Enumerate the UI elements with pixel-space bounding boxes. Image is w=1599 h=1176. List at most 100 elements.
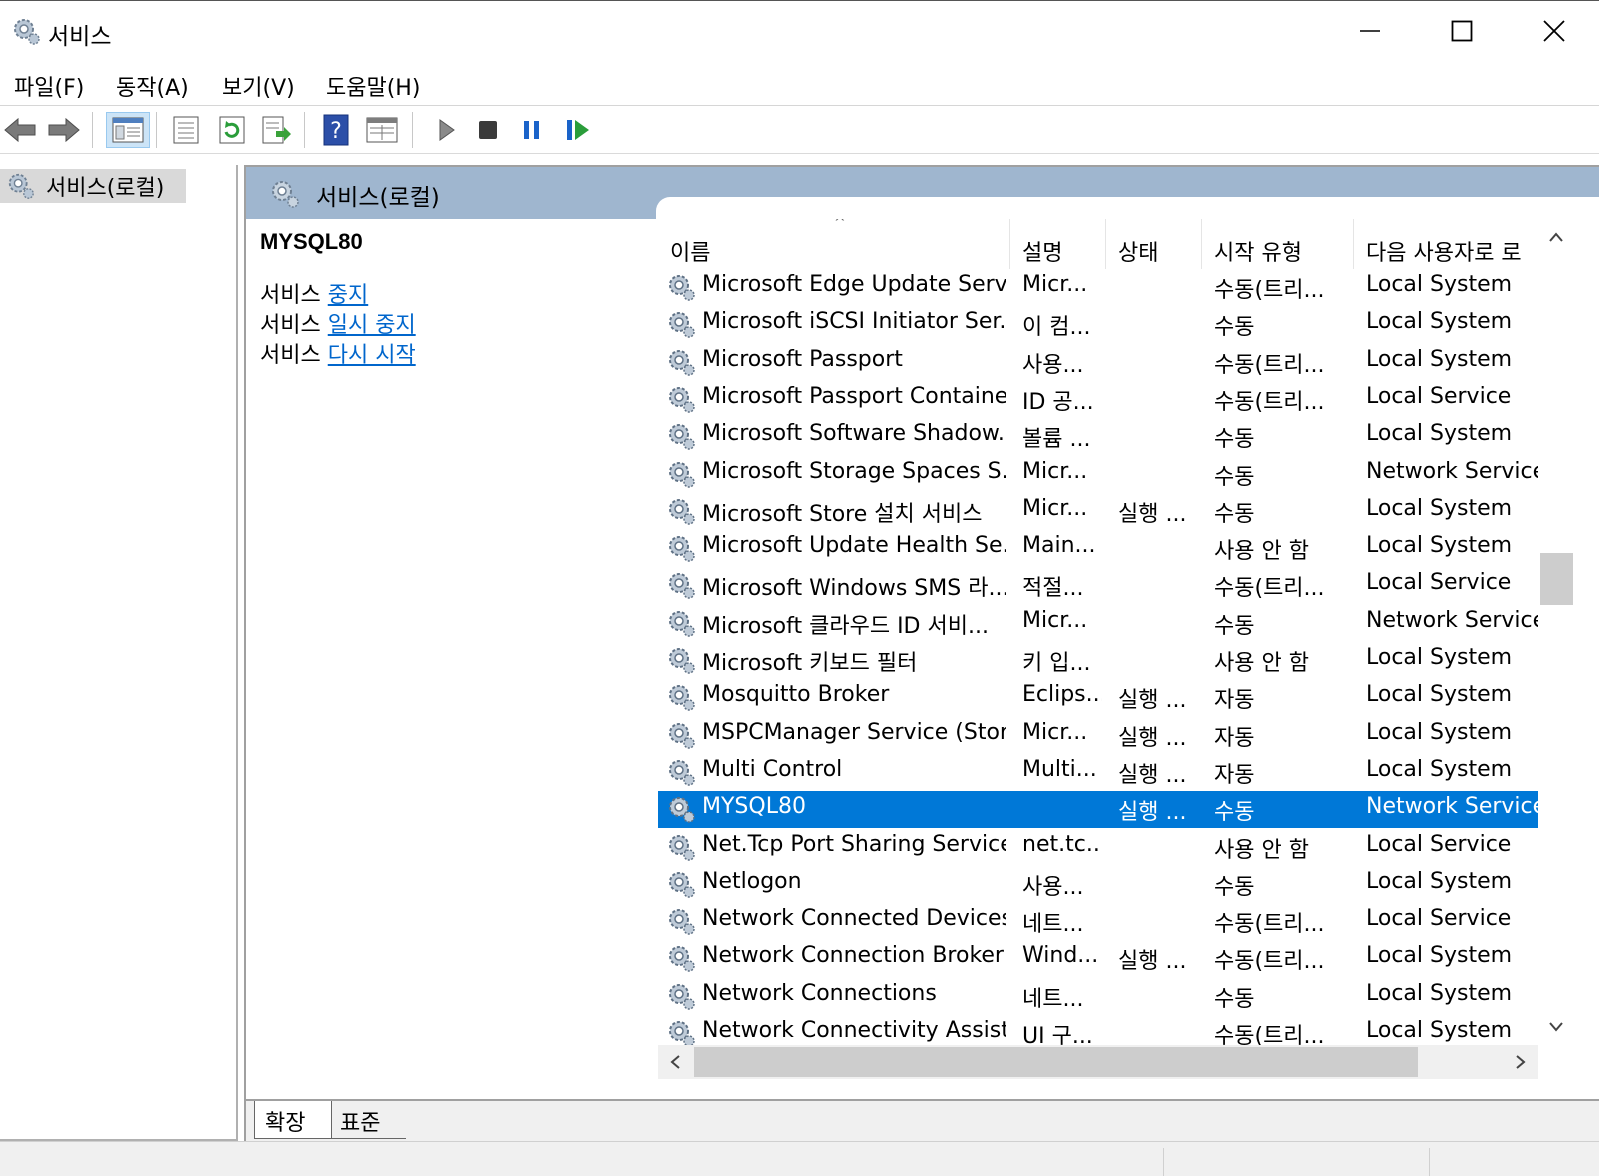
stop-service-link[interactable]: 중지 (328, 283, 368, 308)
tree-item-services-local[interactable]: 서비스(로컬) (0, 169, 186, 203)
column-header-log-on-as[interactable]: 다음 사용자로 로 (1354, 219, 1538, 269)
table-row[interactable]: Microsoft Windows SMS 라... 적절... 수동(트리... L… (658, 567, 1538, 604)
cell-startup-type: 수동(트리... (1214, 949, 1325, 975)
menu-view[interactable]: 보기(V) (222, 70, 295, 102)
tab-standard[interactable]: 표준 (326, 1101, 406, 1139)
table-row[interactable]: Multi Control Multi... 실행 ... 자동 Local Syste… (658, 754, 1538, 791)
cell-name: Netlogon (702, 868, 802, 894)
table-row[interactable]: Netlogon 사용... 수동 Local System (658, 866, 1538, 903)
view-tabs: 확장 표준 (244, 1101, 1599, 1141)
table-row[interactable]: Microsoft Update Health Se... Main... 사용 안… (658, 530, 1538, 567)
service-gear-icon (669, 871, 695, 898)
scroll-left-button[interactable] (658, 1045, 692, 1079)
table-row[interactable]: Microsoft Edge Update Serv... Micr... 수동(트… (658, 269, 1538, 306)
cell-startup-type: 사용 안 함 (1214, 837, 1309, 863)
cell-status: 실행 ... (1118, 949, 1187, 975)
cell-description: Micr... (1022, 495, 1088, 521)
close-icon (1543, 20, 1565, 42)
horizontal-scrollbar[interactable] (658, 1045, 1538, 1079)
table-row[interactable]: Microsoft 키보드 필터 키 입... 사용 안 함 Local System (658, 642, 1538, 679)
cell-startup-type: 수동(트리... (1214, 389, 1325, 415)
cell-name: Microsoft Software Shadow... (702, 421, 1006, 447)
table-row[interactable]: Microsoft Software Shadow... 볼륨 ... 수동 Loca… (658, 418, 1538, 455)
cell-description: Micr... (1022, 272, 1088, 297)
cell-name: Microsoft Passport (702, 346, 903, 372)
close-button[interactable] (1508, 1, 1599, 61)
table-row[interactable]: Net.Tcp Port Sharing Service net.tc... 사용 … (658, 829, 1538, 866)
selected-service-title: MYSQL80 (260, 229, 363, 254)
service-gear-icon (669, 498, 695, 525)
main-header: 서비스(로컬) (246, 167, 1599, 219)
table-row[interactable]: Microsoft Passport Container ID 공... 수동(트리… (658, 381, 1538, 418)
table-row[interactable]: Microsoft Store 설치 서비스 Micr... 실행 ... 수동 Loc… (658, 493, 1538, 530)
cell-startup-type: 사용 안 함 (1214, 651, 1309, 676)
back-button[interactable] (2, 112, 38, 148)
menu-file[interactable]: 파일(F) (14, 70, 84, 102)
service-gear-icon (669, 573, 695, 600)
export-list-button[interactable] (258, 112, 294, 148)
minimize-button[interactable] (1324, 1, 1416, 61)
column-header-name[interactable]: 이름 ^ (658, 219, 1010, 269)
column-header-description[interactable]: 설명 (1010, 219, 1106, 269)
table-row[interactable]: Microsoft Storage Spaces S... Micr... 수동 Ne… (658, 456, 1538, 493)
vertical-scroll-thumb[interactable] (1540, 553, 1573, 605)
cell-log-on-as: Local Service (1366, 906, 1512, 932)
status-bar (0, 1141, 1599, 1176)
show-hide-tree-button[interactable] (106, 112, 150, 148)
vertical-scrollbar[interactable] (1538, 219, 1573, 1045)
help-button[interactable]: ? (318, 112, 354, 148)
cell-description: 사용... (1022, 352, 1084, 378)
cell-status: 실행 ... (1118, 688, 1187, 714)
column-header-startup-type[interactable]: 시작 유형 (1202, 219, 1354, 269)
service-gear-icon (669, 722, 695, 749)
resume-service-icon (567, 120, 589, 140)
action-stop: 서비스 중지 (260, 283, 369, 308)
restart-service-link[interactable]: 다시 시작 (328, 343, 416, 368)
table-row[interactable]: Microsoft iSCSI Initiator Ser... 이 컴... 수동… (658, 306, 1538, 343)
service-gear-icon (669, 1021, 695, 1047)
start-service-button[interactable] (428, 112, 464, 148)
chevron-right-icon (1516, 1055, 1526, 1069)
service-gear-icon (669, 424, 695, 450)
cell-log-on-as: Local System (1366, 272, 1513, 297)
table-row[interactable]: Network Connections 네트... 수동 Local System (658, 978, 1538, 1015)
service-gear-icon (669, 312, 695, 339)
header-notch (656, 197, 1599, 219)
menu-help[interactable]: 도움말(H) (326, 70, 420, 102)
toolbar-separator (304, 112, 305, 148)
cell-status: 실행 ... (1118, 725, 1187, 751)
table-row[interactable]: Mosquitto Broker Eclips... 실행 ... 자동 Local S… (658, 679, 1538, 716)
properties-button[interactable] (168, 112, 204, 148)
cell-status: 실행 ... (1118, 501, 1187, 527)
console-view-button[interactable] (364, 112, 400, 148)
table-row[interactable]: Network Connected Devices... 네트... 수동(트리..… (658, 903, 1538, 940)
toolbar-separator (156, 112, 157, 148)
cell-status: 실행 ... (1118, 800, 1187, 826)
cell-description: Micr... (1022, 719, 1088, 745)
forward-button[interactable] (46, 112, 82, 148)
column-header-status[interactable]: 상태 (1106, 219, 1202, 269)
table-row[interactable]: MSPCManager Service (Store) Micr... 실행 ...… (658, 717, 1538, 754)
table-row[interactable]: Microsoft Passport 사용... 수동(트리... Local Sys… (658, 344, 1538, 381)
scroll-up-button[interactable] (1538, 219, 1573, 255)
table-row[interactable]: Microsoft 클라우드 ID 서비... Micr... 수동 Network … (658, 605, 1538, 642)
scroll-right-button[interactable] (1504, 1045, 1538, 1079)
table-row[interactable]: Network Connection Broker Wind... 실행 ... 수동… (658, 940, 1538, 977)
table-row[interactable]: MYSQL80 실행 ... 수동 Network Service (658, 791, 1538, 829)
pause-service-button[interactable] (514, 112, 550, 148)
cell-name: Multi Control (702, 756, 843, 782)
horizontal-scroll-thumb[interactable] (694, 1047, 1418, 1077)
stop-service-button[interactable] (470, 112, 506, 148)
tab-extended[interactable]: 확장 (254, 1101, 332, 1139)
resume-service-button[interactable] (560, 112, 596, 148)
pause-service-link[interactable]: 일시 중지 (328, 313, 416, 338)
service-gear-icon (669, 797, 695, 823)
help-icon: ? (323, 114, 349, 146)
cell-startup-type: 수동(트리... (1214, 912, 1325, 938)
refresh-button[interactable] (214, 112, 250, 148)
status-separator (1429, 1148, 1430, 1176)
scroll-down-button[interactable] (1538, 1009, 1573, 1045)
menu-action[interactable]: 동작(A) (116, 70, 189, 102)
maximize-button[interactable] (1416, 1, 1508, 61)
cell-log-on-as: Local System (1366, 682, 1513, 708)
